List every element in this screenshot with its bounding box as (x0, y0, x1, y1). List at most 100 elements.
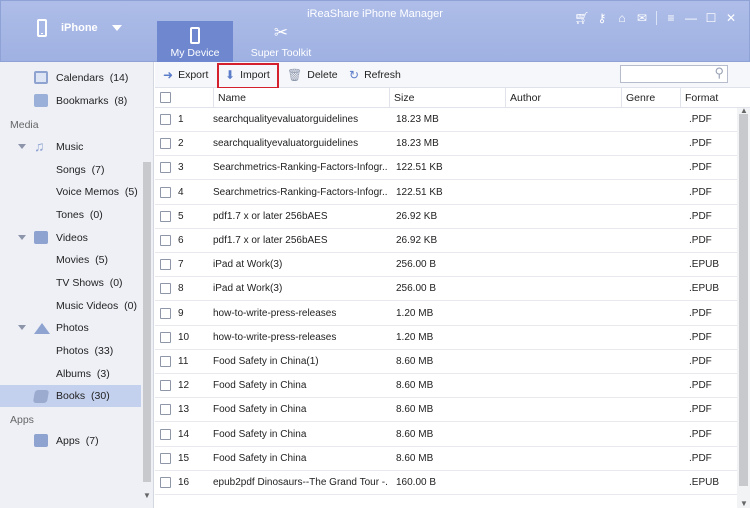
scroll-down-icon[interactable]: ▼ (740, 499, 748, 508)
row-checkbox[interactable] (160, 428, 171, 440)
cell-author (510, 205, 620, 229)
sidebar-item-movies[interactable]: Movies (5) (0, 249, 142, 271)
row-checkbox[interactable] (160, 331, 171, 343)
tab-my-device[interactable]: My Device (157, 21, 233, 63)
row-checkbox[interactable] (160, 259, 171, 271)
sidebar-item-label: Photos (56, 322, 89, 334)
scrollbar-thumb[interactable] (143, 162, 151, 482)
sidebar-item-photos-group[interactable]: Photos (0, 317, 142, 339)
table-row[interactable]: 1 searchqualityevaluatorguidelines 18.23 M… (155, 108, 737, 132)
cell-author (510, 302, 620, 326)
row-number: 13 (178, 404, 190, 416)
table-row[interactable]: 16 epub2pdf Dinosaurs--The Grand Tour -..… (155, 471, 737, 495)
column-header-format[interactable]: Format (680, 88, 740, 108)
maximize-icon[interactable]: ☐ (701, 10, 721, 26)
cell-author (510, 471, 620, 495)
sidebar-item-music[interactable]: ♫ Music (0, 136, 142, 158)
row-checkbox[interactable] (160, 186, 171, 198)
row-checkbox[interactable] (160, 114, 171, 125)
cart-icon[interactable]: 🛒︎ (572, 10, 592, 26)
sidebar-item-bookmarks[interactable]: Bookmarks (8) (0, 90, 142, 112)
sidebar-item-photos[interactable]: Photos (33) (0, 340, 142, 362)
sidebar-scrollbar[interactable]: ▼ (141, 62, 153, 500)
row-checkbox[interactable] (160, 283, 171, 295)
caret-down-icon (111, 25, 122, 31)
minimize-icon[interactable]: — (681, 10, 701, 26)
sidebar-item-songs[interactable]: Songs (7) (0, 159, 142, 181)
search-input[interactable]: ⚲ (620, 65, 728, 83)
cell-author (510, 229, 620, 253)
row-checkbox[interactable] (160, 404, 171, 416)
tab-label: My Device (170, 47, 220, 59)
refresh-button[interactable]: ↻ Refresh (349, 62, 401, 88)
close-icon[interactable]: ✕ (721, 10, 741, 26)
calendar-icon (34, 71, 48, 84)
sidebar-item-apps[interactable]: Apps (7) (0, 430, 142, 452)
divider (656, 11, 657, 25)
row-checkbox[interactable] (160, 307, 171, 319)
row-checkbox[interactable] (160, 235, 171, 246)
cell-genre (626, 302, 680, 326)
row-checkbox[interactable] (160, 452, 171, 464)
expand-arrow-icon[interactable] (18, 325, 26, 330)
cell-name: Food Safety in China (213, 428, 307, 440)
expand-arrow-icon[interactable] (18, 235, 26, 240)
menu-icon[interactable]: ≡ (661, 10, 681, 26)
row-checkbox[interactable] (160, 162, 171, 174)
sidebar-item-calendars[interactable]: Calendars (14) (0, 67, 142, 89)
scrollbar-thumb[interactable] (739, 114, 748, 486)
sidebar-item-books[interactable]: Books (30) (0, 385, 142, 407)
table-scrollbar[interactable]: ▲ ▼ (737, 106, 750, 508)
table-row[interactable]: 12 Food Safety in China 8.60 MB .PDF (155, 374, 737, 399)
music-icon: ♫ (34, 138, 45, 154)
table-row[interactable]: 8 iPad at Work(3) 256.00 B .EPUB (155, 277, 737, 302)
sidebar-item-videos[interactable]: Videos (0, 227, 142, 249)
table-row[interactable]: 11 Food Safety in China(1) 8.60 MB .PDF (155, 350, 737, 374)
tab-super-toolkit[interactable]: ✂ Super Toolkit (243, 21, 319, 63)
feedback-icon[interactable]: ✉ (632, 10, 652, 26)
table-row[interactable]: 13 Food Safety in China 8.60 MB .PDF (155, 398, 737, 423)
export-icon: ➜ (163, 68, 174, 82)
key-icon[interactable]: ⚷ (592, 10, 612, 26)
search-icon[interactable]: ⚲ (714, 65, 724, 81)
home-icon[interactable]: ⌂ (612, 10, 632, 26)
row-checkbox[interactable] (160, 210, 171, 222)
table-row[interactable]: 5 pdf1.7 x or later 256bAES 26.92 KB .PDF (155, 205, 737, 229)
cell-format: .EPUB (689, 259, 720, 271)
table-row[interactable]: 6 pdf1.7 x or later 256bAES 26.92 KB .PDF (155, 229, 737, 253)
column-header-genre[interactable]: Genre (621, 88, 681, 108)
table-row[interactable]: 10 how-to-write-press-releases 1.20 MB .PDF (155, 326, 737, 350)
cell-genre (626, 108, 680, 132)
table-row[interactable]: 7 iPad at Work(3) 256.00 B .EPUB (155, 253, 737, 278)
sidebar-item-voice-memos[interactable]: Voice Memos (5) (0, 181, 142, 203)
table-row[interactable]: 3 Searchmetrics-Ranking-Factors-Infogr...… (155, 156, 737, 181)
cell-format: .PDF (689, 356, 712, 367)
sidebar-item-tones[interactable]: Tones (0) (0, 204, 142, 226)
table-row[interactable]: 9 how-to-write-press-releases 1.20 MB .PDF (155, 302, 737, 326)
table-row[interactable]: 2 searchqualityevaluatorguidelines 18.23 M… (155, 132, 737, 157)
table-row[interactable]: 15 Food Safety in China 8.60 MB .PDF (155, 447, 737, 471)
sidebar-item-tv-shows[interactable]: TV Shows (0) (0, 272, 142, 294)
sidebar-item-music-videos[interactable]: Music Videos (0) (0, 295, 142, 317)
select-all-checkbox[interactable] (160, 92, 171, 103)
table-row[interactable]: 4 Searchmetrics-Ranking-Factors-Infogr...… (155, 181, 737, 205)
toolbar: ➜ Export ⬇ Import 🗑︎ Delete ↻ Refresh ⚲ (155, 62, 750, 89)
table-row[interactable]: 14 Food Safety in China 8.60 MB .PDF (155, 423, 737, 447)
row-checkbox[interactable] (160, 477, 171, 488)
delete-label: Delete (307, 69, 338, 81)
cell-size: 8.60 MB (396, 356, 434, 367)
device-selector[interactable]: iPhone (37, 19, 122, 37)
table-header: Name Size Author Genre Format (155, 88, 750, 108)
column-header-name[interactable]: Name (213, 88, 389, 108)
column-header-author[interactable]: Author (505, 88, 623, 108)
row-checkbox[interactable] (160, 138, 171, 150)
sidebar-item-albums[interactable]: Albums (3) (0, 363, 142, 385)
expand-arrow-icon[interactable] (18, 144, 26, 149)
column-header-size[interactable]: Size (389, 88, 507, 108)
row-checkbox[interactable] (160, 356, 171, 367)
export-button[interactable]: ➜ Export (163, 62, 208, 88)
scroll-down-icon[interactable]: ▼ (143, 491, 151, 500)
delete-button[interactable]: 🗑︎ Delete (287, 62, 338, 88)
row-checkbox[interactable] (160, 380, 171, 392)
cell-format: .PDF (689, 162, 712, 174)
